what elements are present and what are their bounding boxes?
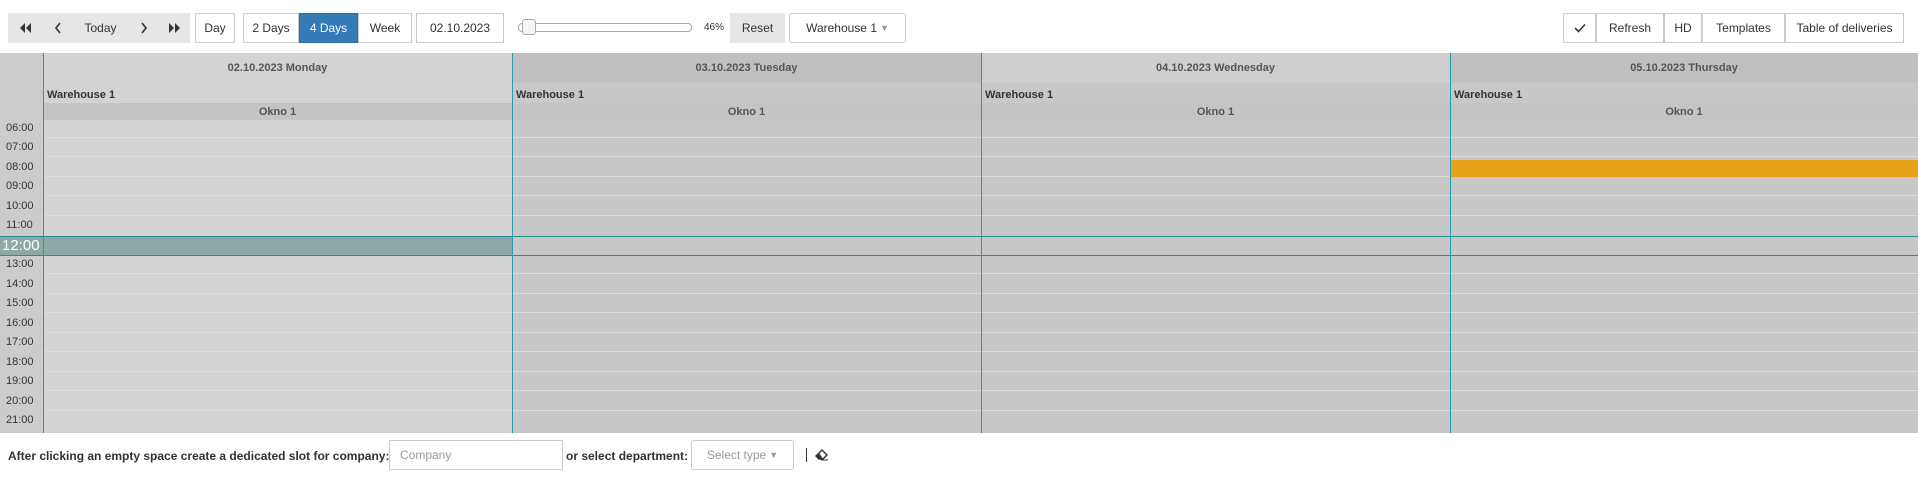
department-select-value: Select type [706, 448, 767, 462]
time-label: 18:00 [6, 356, 34, 368]
zoom-slider-track[interactable] [518, 23, 692, 32]
toolbar: Today Day 2 Days 4 Days Week 02.10.2023 … [0, 0, 1918, 53]
column-border [1450, 53, 1451, 433]
time-label: 10:00 [6, 200, 34, 212]
templates-button[interactable]: Templates [1702, 13, 1785, 43]
department-select[interactable]: Select type ▼ [691, 440, 794, 470]
day-header: 05.10.2023 Thursday [1450, 53, 1918, 83]
table-of-deliveries-button[interactable]: Table of deliveries [1785, 13, 1904, 43]
time-label: 15:00 [6, 297, 34, 309]
zoom-value: 46% [704, 22, 725, 33]
department-label: or select department: [566, 449, 689, 463]
double-chevron-left-icon [19, 23, 31, 33]
eraser-icon[interactable] [815, 448, 829, 461]
time-label: 17:00 [6, 336, 34, 348]
prev-button[interactable] [41, 13, 74, 43]
footer: After clicking an empty space create a d… [0, 440, 1918, 480]
time-label: 08:00 [6, 161, 34, 173]
time-label: 16:00 [6, 317, 34, 329]
view-2-days-button[interactable]: 2 Days [243, 13, 299, 43]
delivery-slot[interactable] [1451, 160, 1918, 177]
chevron-left-icon [54, 22, 61, 34]
column-border [43, 53, 44, 433]
warehouse-label: Warehouse 1 [1454, 89, 1523, 101]
slot-prompt-label: After clicking an empty space create a d… [8, 449, 390, 463]
warehouse-label: Warehouse 1 [985, 89, 1054, 101]
time-label: 14:00 [6, 278, 34, 290]
time-label: 11:00 [6, 219, 33, 231]
current-time-band [0, 236, 1918, 256]
check-icon [1573, 23, 1586, 33]
current-time-label: 12:00 [2, 237, 40, 254]
zoom-slider-handle[interactable] [522, 19, 536, 35]
calendar: 06:00 07:00 08:00 09:00 10:00 11:00 13:0… [0, 53, 1918, 433]
warehouse-select-value: Warehouse 1 [806, 21, 877, 35]
view-4-days-button[interactable]: 4 Days [299, 13, 358, 43]
time-label: 13:00 [6, 258, 34, 270]
chevron-right-icon [140, 22, 147, 34]
double-chevron-right-icon [169, 23, 180, 33]
next-button[interactable] [127, 13, 160, 43]
dock-header: Okno 1 [43, 103, 512, 120]
confirm-button[interactable] [1563, 13, 1596, 43]
chevron-down-icon: ▼ [880, 23, 889, 33]
warehouse-label: Warehouse 1 [516, 89, 585, 101]
time-label: 21:00 [6, 414, 34, 426]
reset-button[interactable]: Reset [730, 13, 785, 43]
refresh-button[interactable]: Refresh [1596, 13, 1664, 43]
company-input[interactable]: Company [389, 440, 563, 470]
hd-button[interactable]: HD [1664, 13, 1702, 43]
time-label: 06:00 [6, 122, 34, 134]
time-label: 07:00 [6, 141, 34, 153]
day-header: 03.10.2023 Tuesday [512, 53, 981, 83]
divider [806, 448, 807, 462]
dock-header: Okno 1 [1450, 103, 1918, 120]
chevron-down-icon: ▼ [769, 450, 779, 460]
last-button[interactable] [160, 13, 190, 43]
warehouse-label: Warehouse 1 [47, 89, 116, 101]
dock-header: Okno 1 [512, 103, 981, 120]
day-header: 04.10.2023 Wednesday [981, 53, 1450, 83]
column-border [512, 53, 513, 433]
column-border [981, 53, 982, 433]
dock-header: Okno 1 [981, 103, 1450, 120]
view-week-button[interactable]: Week [358, 13, 412, 43]
view-day-button[interactable]: Day [195, 13, 235, 43]
time-label: 19:00 [6, 375, 34, 387]
time-label: 20:00 [6, 395, 34, 407]
time-label: 09:00 [6, 180, 34, 192]
day-header: 02.10.2023 Monday [43, 53, 512, 83]
today-button[interactable]: Today [74, 13, 127, 43]
date-input[interactable]: 02.10.2023 [416, 13, 504, 43]
first-button[interactable] [8, 13, 41, 43]
warehouse-select[interactable]: Warehouse 1 ▼ [789, 13, 906, 43]
